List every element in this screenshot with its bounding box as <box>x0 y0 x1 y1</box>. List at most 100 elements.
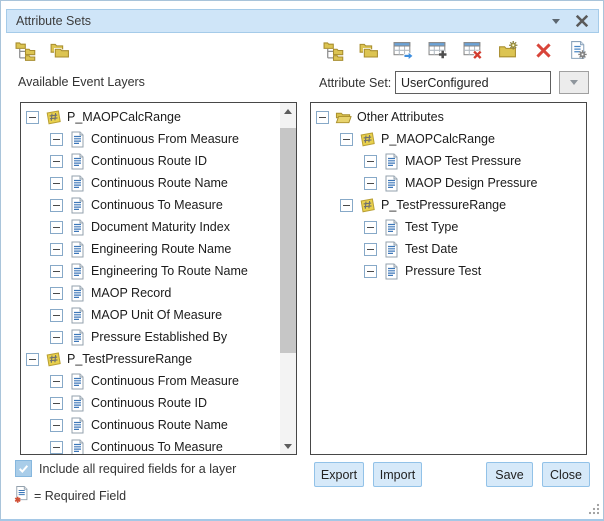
tree-item[interactable]: Other Attributes <box>311 106 586 128</box>
triangle-up-icon <box>284 109 292 114</box>
expand-toggle[interactable] <box>50 287 63 300</box>
tree-item[interactable]: Engineering Route Name <box>21 238 279 260</box>
dialog-titlebar: Attribute Sets <box>6 9 599 33</box>
export-button[interactable]: Export <box>314 462 364 487</box>
expand-toggle[interactable] <box>26 353 39 366</box>
page-gear-button[interactable] <box>567 39 589 61</box>
field-icon <box>69 439 86 455</box>
delete-x-button[interactable] <box>532 39 554 61</box>
folders-button[interactable] <box>357 39 379 61</box>
expand-toggle[interactable] <box>316 111 329 124</box>
expand-toggle[interactable] <box>50 419 63 432</box>
tree-item[interactable]: Pressure Test <box>311 260 586 282</box>
window-controls <box>549 14 589 28</box>
tree-item[interactable]: Continuous Route ID <box>21 150 279 172</box>
tree-item[interactable]: Test Type <box>311 216 586 238</box>
tree-item[interactable]: P_MAOPCalcRange <box>311 128 586 150</box>
tree-item-label: Continuous Route ID <box>91 396 207 410</box>
tree-item-label: P_TestPressureRange <box>381 198 506 212</box>
tree-item[interactable]: Engineering To Route Name <box>21 260 279 282</box>
save-button[interactable]: Save <box>486 462 533 487</box>
folders-button[interactable] <box>48 39 70 61</box>
expand-toggle[interactable] <box>50 177 63 190</box>
tree-item[interactable]: P_MAOPCalcRange <box>21 106 279 128</box>
expand-toggle[interactable] <box>50 199 63 212</box>
scroll-up-button[interactable] <box>280 103 296 119</box>
expand-toggle[interactable] <box>50 221 63 234</box>
expand-toggle[interactable] <box>340 199 353 212</box>
tree-item-label: Document Maturity Index <box>91 220 230 234</box>
import-button[interactable]: Import <box>373 462 422 487</box>
expand-toggle[interactable] <box>364 243 377 256</box>
expand-toggle[interactable] <box>50 375 63 388</box>
tree-item[interactable]: MAOP Design Pressure <box>311 172 586 194</box>
tree-item[interactable]: Continuous Route Name <box>21 172 279 194</box>
field-icon <box>69 175 86 192</box>
field-icon <box>69 417 86 434</box>
tree-item[interactable]: MAOP Record <box>21 282 279 304</box>
expand-toggle[interactable] <box>50 155 63 168</box>
attribute-set-panel: Other Attributes P_MAOPCalcRange MAOP Te… <box>310 102 587 455</box>
expand-toggle[interactable] <box>50 243 63 256</box>
tree-item[interactable]: Pressure Established By <box>21 326 279 348</box>
tree-item[interactable]: Continuous From Measure <box>21 128 279 150</box>
expand-toggle[interactable] <box>50 441 63 454</box>
folder-gear-button[interactable] <box>497 39 519 61</box>
field-icon <box>69 219 86 236</box>
tree-item[interactable]: P_TestPressureRange <box>21 348 279 370</box>
expand-toggle[interactable] <box>26 111 39 124</box>
field-icon <box>69 307 86 324</box>
tree-item[interactable]: MAOP Unit Of Measure <box>21 304 279 326</box>
scroll-down-button[interactable] <box>280 438 296 454</box>
tree-item[interactable]: Test Date <box>311 238 586 260</box>
attribute-set-label: Attribute Set: <box>319 76 391 90</box>
expand-toggle[interactable] <box>340 133 353 146</box>
tree-item-label: Test Date <box>405 242 458 256</box>
tree-item-label: MAOP Record <box>91 286 171 300</box>
scroll-thumb[interactable] <box>280 128 296 353</box>
table-add-button[interactable] <box>427 39 449 61</box>
tree-item[interactable]: Continuous Route ID <box>21 392 279 414</box>
tree-item[interactable]: Continuous To Measure <box>21 194 279 216</box>
expand-toggle[interactable] <box>50 265 63 278</box>
tree-item[interactable]: MAOP Test Pressure <box>311 150 586 172</box>
layer-tree-button[interactable] <box>14 39 36 61</box>
field-icon <box>69 263 86 280</box>
field-icon <box>383 241 400 258</box>
resize-grip[interactable] <box>587 502 601 516</box>
scrollbar[interactable] <box>280 103 296 454</box>
field-icon <box>69 241 86 258</box>
field-icon <box>69 285 86 302</box>
expand-toggle[interactable] <box>50 133 63 146</box>
field-icon <box>69 197 86 214</box>
tree-item-label: MAOP Test Pressure <box>405 154 521 168</box>
collapse-button[interactable] <box>549 14 563 28</box>
expand-toggle[interactable] <box>50 397 63 410</box>
tree-item[interactable]: Continuous From Measure <box>21 370 279 392</box>
expand-toggle[interactable] <box>364 177 377 190</box>
field-icon <box>69 131 86 148</box>
tree-item[interactable]: Continuous To Measure <box>21 436 279 454</box>
attribute-set-dropdown-button[interactable] <box>559 71 589 94</box>
close-button[interactable] <box>575 14 589 28</box>
tree-right: Other Attributes P_MAOPCalcRange MAOP Te… <box>311 103 586 454</box>
tree-item[interactable]: Continuous Route Name <box>21 414 279 436</box>
expand-toggle[interactable] <box>364 265 377 278</box>
table-delete-icon <box>463 40 484 61</box>
close-dialog-button[interactable]: Close <box>542 462 590 487</box>
expand-toggle[interactable] <box>364 221 377 234</box>
layer-tree-icon <box>15 40 36 61</box>
expand-toggle[interactable] <box>50 331 63 344</box>
table-export-button[interactable] <box>392 39 414 61</box>
table-delete-button[interactable] <box>462 39 484 61</box>
tree-item[interactable]: Document Maturity Index <box>21 216 279 238</box>
expand-toggle[interactable] <box>50 309 63 322</box>
tree-item-label: P_MAOPCalcRange <box>67 110 181 124</box>
tree-item[interactable]: P_TestPressureRange <box>311 194 586 216</box>
attribute-set-combo[interactable]: UserConfigured <box>395 71 551 94</box>
event-layer-icon <box>359 131 376 148</box>
layer-tree-button[interactable] <box>322 39 344 61</box>
expand-toggle[interactable] <box>364 155 377 168</box>
include-required-checkbox[interactable] <box>15 460 32 477</box>
field-icon <box>69 153 86 170</box>
